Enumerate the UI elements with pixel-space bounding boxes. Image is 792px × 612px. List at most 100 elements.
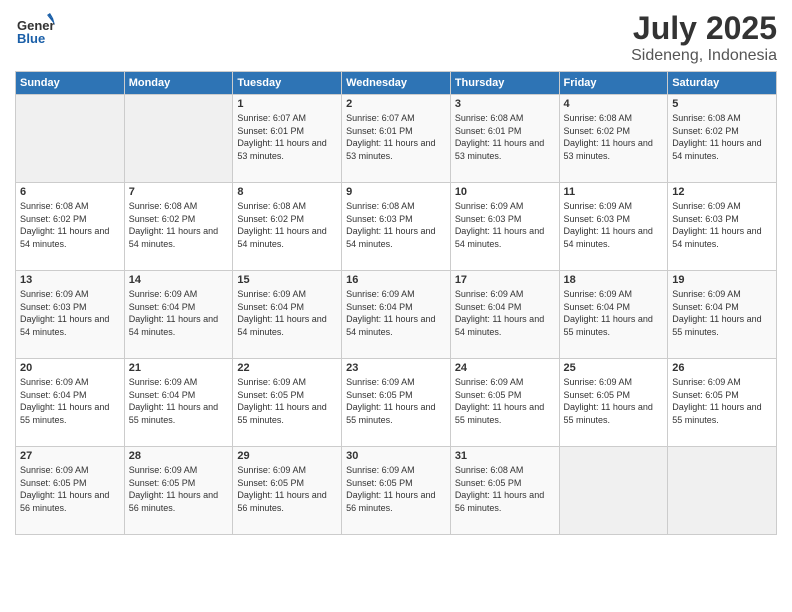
day-number: 23 <box>346 362 446 374</box>
cell-sun-info: Sunrise: 6:07 AMSunset: 6:01 PMDaylight:… <box>346 112 446 162</box>
calendar-cell: 15 Sunrise: 6:09 AMSunset: 6:04 PMDayligh… <box>233 271 342 359</box>
cell-sun-info: Sunrise: 6:09 AMSunset: 6:03 PMDaylight:… <box>672 200 772 250</box>
cell-sun-info: Sunrise: 6:09 AMSunset: 6:03 PMDaylight:… <box>564 200 664 250</box>
calendar-cell: 28 Sunrise: 6:09 AMSunset: 6:05 PMDayligh… <box>124 447 233 535</box>
calendar-cell: 8 Sunrise: 6:08 AMSunset: 6:02 PMDaylight… <box>233 183 342 271</box>
col-header-sunday: Sunday <box>16 72 125 95</box>
calendar-cell: 12 Sunrise: 6:09 AMSunset: 6:03 PMDayligh… <box>668 183 777 271</box>
day-number: 12 <box>672 186 772 198</box>
calendar-cell: 30Sunrise: 6:09 AMSunset: 6:05 PMDayligh… <box>342 447 451 535</box>
day-number: 6 <box>20 186 120 198</box>
day-number: 7 <box>129 186 229 198</box>
cell-sun-info: Sunrise: 6:09 AMSunset: 6:05 PMDaylight:… <box>237 464 337 514</box>
cell-sun-info: Sunrise: 6:09 AMSunset: 6:04 PMDaylight:… <box>129 376 229 426</box>
cell-sun-info: Sunrise: 6:07 AMSunset: 6:01 PMDaylight:… <box>237 112 337 162</box>
cell-sun-info: Sunrise: 6:09 AMSunset: 6:04 PMDaylight:… <box>129 288 229 338</box>
day-number: 28 <box>129 450 229 462</box>
calendar-cell: 27 Sunrise: 6:09 AMSunset: 6:05 PMDayligh… <box>16 447 125 535</box>
cell-sun-info: Sunrise: 6:09 AMSunset: 6:03 PMDaylight:… <box>20 288 120 338</box>
day-number: 15 <box>237 274 337 286</box>
calendar-cell: 7 Sunrise: 6:08 AMSunset: 6:02 PMDaylight… <box>124 183 233 271</box>
cell-sun-info: Sunrise: 6:09 AMSunset: 6:05 PMDaylight:… <box>237 376 337 426</box>
col-header-friday: Friday <box>559 72 668 95</box>
title-block: July 2025 Sideneng, Indonesia <box>631 10 777 65</box>
day-number: 5 <box>672 98 772 110</box>
calendar-cell: 26 Sunrise: 6:09 AMSunset: 6:05 PMDayligh… <box>668 359 777 447</box>
calendar-cell: 24Sunrise: 6:09 AMSunset: 6:05 PMDayligh… <box>450 359 559 447</box>
cell-sun-info: Sunrise: 6:09 AMSunset: 6:05 PMDaylight:… <box>672 376 772 426</box>
day-number: 2 <box>346 98 446 110</box>
col-header-thursday: Thursday <box>450 72 559 95</box>
week-row-4: 20 Sunrise: 6:09 AMSunset: 6:04 PMDayligh… <box>16 359 777 447</box>
calendar-cell: 23 Sunrise: 6:09 AMSunset: 6:05 PMDayligh… <box>342 359 451 447</box>
cell-sun-info: Sunrise: 6:09 AMSunset: 6:04 PMDaylight:… <box>237 288 337 338</box>
cell-sun-info: Sunrise: 6:09 AMSunset: 6:05 PMDaylight:… <box>455 376 555 426</box>
day-number: 27 <box>20 450 120 462</box>
calendar-cell: 11Sunrise: 6:09 AMSunset: 6:03 PMDayligh… <box>559 183 668 271</box>
day-number: 29 <box>237 450 337 462</box>
location-subtitle: Sideneng, Indonesia <box>631 47 777 65</box>
cell-sun-info: Sunrise: 6:08 AMSunset: 6:02 PMDaylight:… <box>672 112 772 162</box>
cell-sun-info: Sunrise: 6:08 AMSunset: 6:02 PMDaylight:… <box>564 112 664 162</box>
calendar-cell: 2 Sunrise: 6:07 AMSunset: 6:01 PMDaylight… <box>342 95 451 183</box>
calendar-cell <box>124 95 233 183</box>
week-row-5: 27 Sunrise: 6:09 AMSunset: 6:05 PMDayligh… <box>16 447 777 535</box>
cell-sun-info: Sunrise: 6:08 AMSunset: 6:02 PMDaylight:… <box>129 200 229 250</box>
calendar-cell: 25Sunrise: 6:09 AMSunset: 6:05 PMDayligh… <box>559 359 668 447</box>
logo: General Blue <box>15 10 55 50</box>
day-number: 26 <box>672 362 772 374</box>
col-header-saturday: Saturday <box>668 72 777 95</box>
day-number: 4 <box>564 98 664 110</box>
header-row: SundayMondayTuesdayWednesdayThursdayFrid… <box>16 72 777 95</box>
calendar-cell <box>16 95 125 183</box>
day-number: 31 <box>455 450 555 462</box>
day-number: 16 <box>346 274 446 286</box>
cell-sun-info: Sunrise: 6:08 AMSunset: 6:02 PMDaylight:… <box>237 200 337 250</box>
cell-sun-info: Sunrise: 6:09 AMSunset: 6:05 PMDaylight:… <box>346 376 446 426</box>
cell-sun-info: Sunrise: 6:08 AMSunset: 6:05 PMDaylight:… <box>455 464 555 514</box>
cell-sun-info: Sunrise: 6:08 AMSunset: 6:02 PMDaylight:… <box>20 200 120 250</box>
day-number: 20 <box>20 362 120 374</box>
cell-sun-info: Sunrise: 6:09 AMSunset: 6:04 PMDaylight:… <box>20 376 120 426</box>
day-number: 13 <box>20 274 120 286</box>
day-number: 25 <box>564 362 664 374</box>
calendar-cell: 22Sunrise: 6:09 AMSunset: 6:05 PMDayligh… <box>233 359 342 447</box>
day-number: 18 <box>564 274 664 286</box>
header: General Blue July 2025 Sideneng, Indones… <box>15 10 777 65</box>
month-year-title: July 2025 <box>631 10 777 47</box>
calendar-cell: 17 Sunrise: 6:09 AMSunset: 6:04 PMDayligh… <box>450 271 559 359</box>
col-header-monday: Monday <box>124 72 233 95</box>
calendar-cell: 6 Sunrise: 6:08 AMSunset: 6:02 PMDaylight… <box>16 183 125 271</box>
cell-sun-info: Sunrise: 6:08 AMSunset: 6:01 PMDaylight:… <box>455 112 555 162</box>
calendar-cell: 9Sunrise: 6:08 AMSunset: 6:03 PMDaylight… <box>342 183 451 271</box>
cell-sun-info: Sunrise: 6:09 AMSunset: 6:04 PMDaylight:… <box>346 288 446 338</box>
day-number: 10 <box>455 186 555 198</box>
day-number: 1 <box>237 98 337 110</box>
col-header-wednesday: Wednesday <box>342 72 451 95</box>
week-row-2: 6 Sunrise: 6:08 AMSunset: 6:02 PMDaylight… <box>16 183 777 271</box>
week-row-1: 1 Sunrise: 6:07 AMSunset: 6:01 PMDaylight… <box>16 95 777 183</box>
week-row-3: 13 Sunrise: 6:09 AMSunset: 6:03 PMDayligh… <box>16 271 777 359</box>
day-number: 8 <box>237 186 337 198</box>
cell-sun-info: Sunrise: 6:09 AMSunset: 6:05 PMDaylight:… <box>346 464 446 514</box>
page-container: General Blue July 2025 Sideneng, Indones… <box>0 0 792 540</box>
calendar-cell: 4 Sunrise: 6:08 AMSunset: 6:02 PMDaylight… <box>559 95 668 183</box>
calendar-cell: 20 Sunrise: 6:09 AMSunset: 6:04 PMDayligh… <box>16 359 125 447</box>
cell-sun-info: Sunrise: 6:09 AMSunset: 6:05 PMDaylight:… <box>129 464 229 514</box>
calendar-cell <box>668 447 777 535</box>
calendar-cell: 5 Sunrise: 6:08 AMSunset: 6:02 PMDaylight… <box>668 95 777 183</box>
cell-sun-info: Sunrise: 6:08 AMSunset: 6:03 PMDaylight:… <box>346 200 446 250</box>
calendar-cell <box>559 447 668 535</box>
day-number: 17 <box>455 274 555 286</box>
cell-sun-info: Sunrise: 6:09 AMSunset: 6:04 PMDaylight:… <box>455 288 555 338</box>
cell-sun-info: Sunrise: 6:09 AMSunset: 6:03 PMDaylight:… <box>455 200 555 250</box>
col-header-tuesday: Tuesday <box>233 72 342 95</box>
calendar-cell: 19Sunrise: 6:09 AMSunset: 6:04 PMDayligh… <box>668 271 777 359</box>
cell-sun-info: Sunrise: 6:09 AMSunset: 6:05 PMDaylight:… <box>20 464 120 514</box>
calendar-cell: 29 Sunrise: 6:09 AMSunset: 6:05 PMDayligh… <box>233 447 342 535</box>
day-number: 14 <box>129 274 229 286</box>
calendar-cell: 14 Sunrise: 6:09 AMSunset: 6:04 PMDayligh… <box>124 271 233 359</box>
day-number: 21 <box>129 362 229 374</box>
calendar-table: SundayMondayTuesdayWednesdayThursdayFrid… <box>15 71 777 535</box>
calendar-cell: 13 Sunrise: 6:09 AMSunset: 6:03 PMDayligh… <box>16 271 125 359</box>
